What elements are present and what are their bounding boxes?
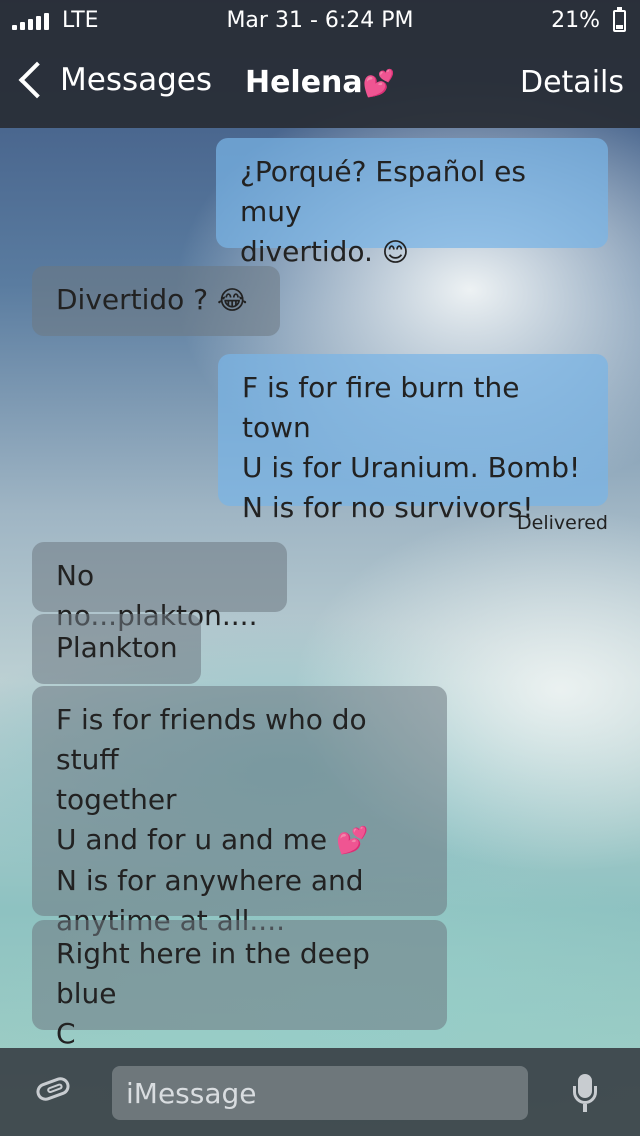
paperclip-icon[interactable] <box>33 1074 73 1104</box>
message-line: U and for u and me 💕 <box>56 823 369 856</box>
navigation-bar: Messages Helena💕 Details <box>0 40 640 128</box>
details-button[interactable]: Details <box>520 65 624 100</box>
message-line: together <box>56 783 177 816</box>
message-bubble-incoming[interactable]: No no...plakton.... <box>32 542 287 632</box>
delivered-status: Delivered <box>517 512 608 534</box>
message-line: F is for friends who do stuff <box>56 703 367 776</box>
message-input[interactable] <box>112 1066 528 1120</box>
message-line: ¿Porqué? Español es muy <box>240 155 526 228</box>
message-line: F is for fire burn the town <box>242 371 520 444</box>
status-datetime: Mar 31 - 6:24 PM <box>226 8 414 33</box>
message-bubble-incoming[interactable]: Right here in the deep blue C <box>32 920 447 1050</box>
message-line: U is for Uranium. Bomb! <box>242 451 581 484</box>
heart-emoji: 💕 <box>336 826 369 856</box>
message-line: Plankton <box>56 631 178 664</box>
battery-percent: 21% <box>551 8 600 33</box>
laughing-emoji: 😂 <box>216 286 248 316</box>
message-bubble-incoming[interactable]: Divertido ? 😂 <box>32 266 280 336</box>
contact-name: Helena <box>244 65 363 100</box>
status-bar: LTE Mar 31 - 6:24 PM 21% <box>0 0 640 40</box>
message-line: divertido. 😊 <box>240 235 409 268</box>
compose-bar <box>0 1048 640 1136</box>
message-line: N is for anywhere and <box>56 864 364 897</box>
smile-emoji: 😊 <box>381 238 409 268</box>
microphone-icon[interactable] <box>572 1074 598 1118</box>
message-line: Divertido ? 😂 <box>56 283 248 316</box>
heart-emoji: 💕 <box>362 69 396 99</box>
message-bubble-incoming[interactable]: F is for friends who do stuff together U… <box>32 686 447 937</box>
message-bubble-outgoing[interactable]: ¿Porqué? Español es muy divertido. 😊 <box>216 138 608 268</box>
battery-icon <box>613 7 626 32</box>
message-line: Right here in the deep blue <box>56 937 370 1010</box>
message-bubble-outgoing[interactable]: F is for fire burn the town U is for Ura… <box>218 354 608 524</box>
message-bubble-incoming[interactable]: Plankton <box>32 614 201 684</box>
